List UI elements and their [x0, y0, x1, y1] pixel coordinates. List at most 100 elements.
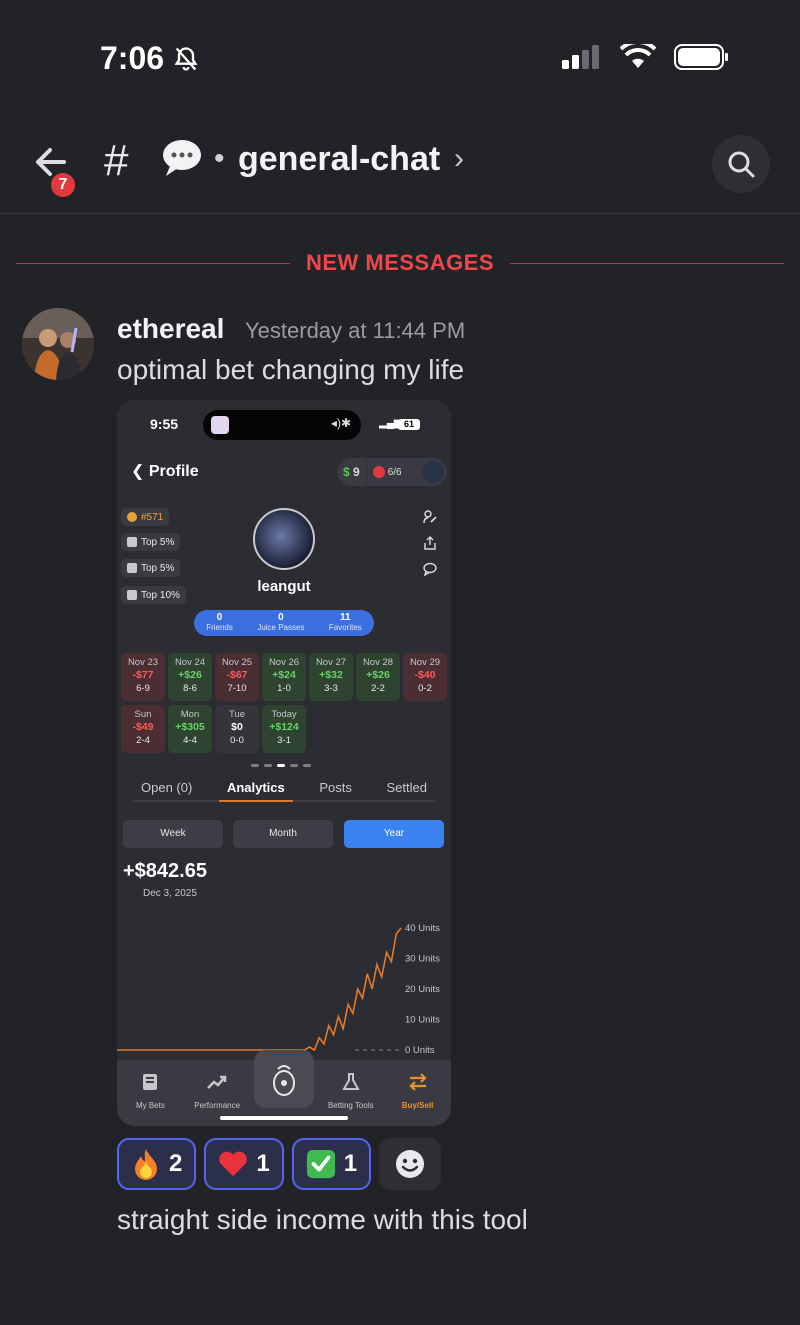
profile-stats: 0 Friends 0 Juice Passes 11 Favorites	[194, 610, 374, 636]
day-record: 0-0	[230, 735, 244, 746]
day-result-cell: Nov 25 -$67 7-10	[215, 653, 259, 701]
swap-arrows-icon	[409, 1073, 427, 1091]
stat-value: 0	[278, 612, 284, 623]
day-result-cell: Nov 27 +$32 3-3	[309, 653, 353, 701]
page-dot	[290, 764, 298, 767]
search-button[interactable]	[712, 135, 770, 193]
heart-icon	[218, 1149, 248, 1179]
cash-balance: $ 9	[337, 465, 366, 479]
day-result-cell: Nov 26 +$24 1-0	[262, 653, 306, 701]
smiley-icon	[396, 1150, 425, 1178]
message-author[interactable]: ethereal	[117, 313, 224, 345]
stat-value: 0	[216, 612, 223, 623]
juice-bag-icon	[273, 1065, 295, 1096]
profit-chart: 40 Units 30 Units 20 Units 10 Units 0 Units	[117, 923, 440, 1056]
day-date: Mon	[180, 709, 200, 720]
home-indicator	[220, 1116, 348, 1120]
profile-title: Profile	[148, 463, 199, 480]
nav-my-bets: My Bets	[120, 1072, 180, 1110]
day-record: 2-2	[371, 683, 385, 694]
stat-juice-passes: 0 Juice Passes	[257, 613, 304, 633]
message-text: optimal bet changing my life	[117, 354, 465, 385]
new-messages-label: NEW MESSAGES	[305, 250, 495, 275]
chevron-right-icon[interactable]: ›	[454, 142, 464, 176]
day-amount: +$32	[319, 669, 343, 681]
day-result-cell: Today +$124 3-1	[262, 705, 306, 753]
avatar[interactable]	[22, 308, 94, 380]
day-amount: $0	[231, 721, 243, 733]
add-reaction-button[interactable]	[379, 1138, 442, 1190]
reactions-bar: 2 1 1	[117, 1138, 442, 1190]
profile-actions	[423, 510, 437, 576]
bluetooth-icon: ◂)✱	[330, 416, 351, 430]
day-amount: -$40	[414, 669, 436, 681]
cash-value: 9	[353, 465, 360, 479]
daily-results-grid: Nov 23 -$77 6-9 Nov 24 +$26 8-6 Nov 25 -$67 7-10…	[121, 653, 447, 753]
nba-icon	[127, 537, 137, 547]
check-mark-icon	[306, 1149, 336, 1179]
day-record: 0-2	[418, 683, 432, 694]
nav-betting-tools: Betting Tools	[321, 1072, 381, 1110]
y-tick-label: 30 Units	[405, 954, 440, 965]
day-amount: +$24	[272, 669, 296, 681]
nav-label: Buy/Sell	[401, 1101, 434, 1110]
reaction-check[interactable]: 1	[291, 1138, 372, 1190]
page-dots	[251, 764, 311, 767]
profit-series-line	[117, 927, 402, 1052]
battery-icon	[674, 44, 728, 70]
juice-center-button	[254, 1050, 314, 1108]
y-tick-label: 10 Units	[405, 1015, 440, 1026]
day-date: Nov 29	[409, 657, 441, 668]
day-amount: +$124	[269, 721, 299, 733]
day-date: Nov 26	[268, 657, 300, 668]
nav-performance: Performance	[187, 1072, 247, 1110]
wifi-icon	[620, 44, 656, 68]
dynamic-island: ◂)✱	[203, 410, 361, 440]
day-amount: -$77	[132, 669, 154, 681]
props-icon	[127, 563, 137, 573]
range-month: Month	[233, 820, 333, 848]
stat-value: 11	[340, 612, 351, 623]
tab-settled: Settled	[386, 780, 427, 795]
day-date: Nov 25	[221, 657, 253, 668]
day-date: Nov 28	[362, 657, 394, 668]
wallet-pill: $ 9 6/6	[337, 458, 447, 486]
reaction-heart[interactable]: 1	[204, 1138, 284, 1190]
nba-badge: Top 5%	[121, 533, 181, 551]
page-dot-active	[277, 764, 285, 767]
day-result-cell: Sun -$49 2-4	[121, 705, 165, 753]
day-record: 7-10	[227, 683, 247, 694]
message-text: straight side income with this tool	[117, 1204, 528, 1235]
reaction-count: 2	[169, 1150, 183, 1177]
reaction-count: 1	[343, 1150, 358, 1177]
status-icons	[562, 44, 730, 70]
chevron-left-icon: ❮	[131, 463, 149, 480]
badge-label: Top 5%	[141, 536, 175, 548]
speech-bubble-icon	[160, 138, 204, 183]
day-record: 4-4	[183, 735, 197, 746]
page-dot	[264, 764, 272, 767]
nav-buy-sell: Buy/Sell	[388, 1072, 448, 1110]
day-record: 6-9	[136, 683, 150, 694]
y-tick-label: 40 Units	[405, 923, 440, 934]
range-week: Week	[123, 820, 223, 848]
day-date: Today	[271, 709, 297, 720]
channel-header: 7 # • general-chat ›	[0, 118, 800, 214]
day-date: Sun	[134, 709, 152, 720]
divider-line	[16, 262, 290, 264]
channel-hash-icon: #	[104, 136, 129, 185]
nav-label: My Bets	[135, 1101, 165, 1110]
divider-line	[510, 262, 785, 264]
day-record: 8-6	[183, 683, 197, 694]
badge-label: Top 5%	[141, 562, 175, 574]
day-result-cell: Nov 28 +$26 2-2	[356, 653, 400, 701]
profile-tabs: Open (0) Analytics Posts Settled	[133, 778, 435, 802]
attached-screenshot[interactable]: 9:55 ◂)✱ ▂▄▆ 61 ❮ Profile $ 9 6/6 #571 T…	[117, 400, 451, 1126]
channel-name[interactable]: general-chat	[238, 140, 440, 179]
rank-badge: #571	[121, 508, 170, 526]
fire-icon	[131, 1149, 161, 1180]
range-year: Year	[344, 820, 444, 848]
alert-count: 6/6	[387, 466, 402, 478]
stat-favorites: 11 Favorites	[329, 613, 362, 633]
reaction-fire[interactable]: 2	[117, 1138, 197, 1190]
